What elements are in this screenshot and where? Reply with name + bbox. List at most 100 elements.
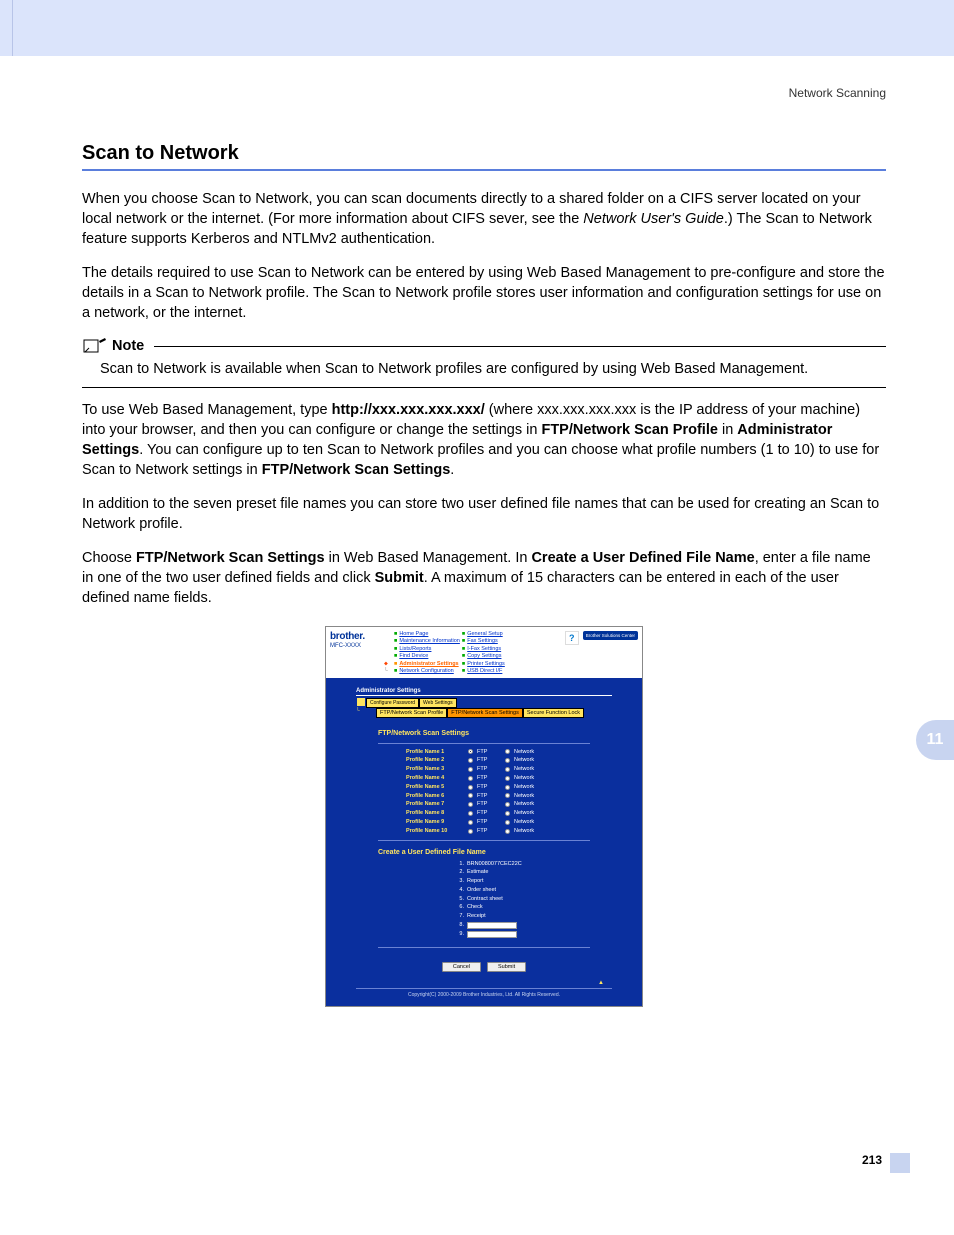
create-filename-heading: Create a User Defined File Name xyxy=(378,849,612,856)
ftp-network-settings-heading: FTP/Network Scan Settings xyxy=(378,730,612,737)
paragraph-5: Choose FTP/Network Scan Settings in Web … xyxy=(82,548,886,608)
profile-name-label: Profile Name 5 xyxy=(406,783,464,792)
network-radio[interactable] xyxy=(505,811,510,816)
user-filename-input[interactable] xyxy=(467,931,517,938)
user-filename-input[interactable] xyxy=(467,922,517,929)
ftp-radio[interactable] xyxy=(468,758,473,763)
filename-number: 8. xyxy=(456,921,464,930)
tab[interactable]: Configure Password xyxy=(366,698,419,708)
nav-link[interactable]: Copy Settings xyxy=(467,653,501,660)
paragraph-3: To use Web Based Management, type http:/… xyxy=(82,400,886,480)
network-radio[interactable] xyxy=(505,749,510,754)
note-block: Note Scan to Network is available when S… xyxy=(82,337,886,388)
paragraph-4: In addition to the seven preset file nam… xyxy=(82,494,886,534)
nav-link[interactable]: Maintenance Information xyxy=(399,638,460,645)
ftp-radio[interactable] xyxy=(468,802,473,807)
tab[interactable]: Web Settings xyxy=(419,698,457,708)
bullet-icon: ■ xyxy=(462,661,465,668)
bullet-icon: ■ xyxy=(394,638,397,645)
sub-tab[interactable]: Secure Function Lock xyxy=(523,708,584,718)
profile-name-label: Profile Name 10 xyxy=(406,827,464,836)
network-radio-label: Network xyxy=(514,818,534,827)
network-radio-label: Network xyxy=(514,792,534,801)
ftp-radio-label: FTP xyxy=(477,800,501,809)
preset-filename: Report xyxy=(467,877,484,886)
profile-name-label: Profile Name 2 xyxy=(406,756,464,765)
network-radio[interactable] xyxy=(505,829,510,834)
filename-number: 7. xyxy=(456,912,464,921)
filename-number: 4. xyxy=(456,886,464,895)
preset-filename: BRN0080077CEC22C xyxy=(467,860,522,869)
scroll-top-icon[interactable]: ▲ xyxy=(356,980,604,986)
note-line xyxy=(154,346,886,347)
ftp-radio-label: FTP xyxy=(477,809,501,818)
bullet-icon: ■ xyxy=(394,661,397,668)
nav-link[interactable]: Administrator Settings xyxy=(399,661,458,668)
network-radio[interactable] xyxy=(505,776,510,781)
bullet-icon: ■ xyxy=(394,668,397,675)
ftp-radio[interactable] xyxy=(468,776,473,781)
bullet-icon: ■ xyxy=(462,638,465,645)
network-radio[interactable] xyxy=(505,785,510,790)
network-radio[interactable] xyxy=(505,767,510,772)
bullet-icon: ■ xyxy=(394,646,397,653)
left-edge xyxy=(12,0,13,56)
preset-filename: Receipt xyxy=(467,912,486,921)
bullet-icon: ■ xyxy=(462,653,465,660)
chapter-tab: 11 xyxy=(916,720,954,760)
ftp-radio[interactable] xyxy=(468,811,473,816)
active-marker-icon: ⬥ xyxy=(384,661,392,668)
network-radio-label: Network xyxy=(514,800,534,809)
ftp-radio[interactable] xyxy=(468,793,473,798)
nav-link[interactable]: Find Device xyxy=(399,653,428,660)
ftp-radio[interactable] xyxy=(468,785,473,790)
sub-tab[interactable]: FTP/Network Scan Settings xyxy=(447,708,523,718)
bullet-icon: ■ xyxy=(462,668,465,675)
nav-link[interactable]: Lists/Reports xyxy=(399,646,431,653)
solutions-center-button[interactable]: Brother Solutions Center xyxy=(583,631,638,640)
submit-button[interactable]: Submit xyxy=(487,962,526,972)
ftp-radio[interactable] xyxy=(468,829,473,834)
nav-link[interactable]: I-Fax Settings xyxy=(467,646,501,653)
paragraph-1: When you choose Scan to Network, you can… xyxy=(82,189,886,249)
network-radio[interactable] xyxy=(505,820,510,825)
preset-filename: Order sheet xyxy=(467,886,496,895)
ss-header: brother. MFC-XXXX ■Home Page■Maintenance… xyxy=(326,627,642,678)
page-number-accent xyxy=(890,1153,910,1173)
nav-link[interactable]: Network Configuration xyxy=(399,668,453,675)
ftp-radio-label: FTP xyxy=(477,818,501,827)
filename-number: 6. xyxy=(456,903,464,912)
network-radio[interactable] xyxy=(505,758,510,763)
bullet-icon: ■ xyxy=(394,631,397,638)
bullet-icon: ■ xyxy=(394,653,397,660)
sub-tab[interactable]: FTP/Network Scan Profile xyxy=(376,708,447,718)
admin-settings-heading: Administrator Settings xyxy=(356,688,612,696)
nav-link[interactable]: Fax Settings xyxy=(467,638,498,645)
ftp-radio-label: FTP xyxy=(477,792,501,801)
network-radio-label: Network xyxy=(514,827,534,836)
ftp-radio[interactable] xyxy=(468,749,473,754)
filename-number: 2. xyxy=(456,868,464,877)
ftp-radio[interactable] xyxy=(468,820,473,825)
nav-link[interactable]: Home Page xyxy=(399,631,428,638)
nav-link[interactable]: Printer Settings xyxy=(467,661,505,668)
nav-link[interactable]: General Setup xyxy=(467,631,502,638)
ftp-radio-label: FTP xyxy=(477,774,501,783)
profile-name-label: Profile Name 9 xyxy=(406,818,464,827)
help-icon[interactable]: ? xyxy=(565,631,579,645)
web-management-screenshot: brother. MFC-XXXX ■Home Page■Maintenance… xyxy=(325,626,643,1007)
network-radio[interactable] xyxy=(505,802,510,807)
nav-link[interactable]: USB Direct I/F xyxy=(467,668,502,675)
profile-name-label: Profile Name 1 xyxy=(406,748,464,757)
cancel-button[interactable]: Cancel xyxy=(442,962,481,972)
ftp-radio-label: FTP xyxy=(477,827,501,836)
ftp-radio-label: FTP xyxy=(477,756,501,765)
title-rule xyxy=(82,169,886,171)
network-radio[interactable] xyxy=(505,793,510,798)
preset-filename: Estimate xyxy=(467,868,488,877)
preset-filename: Contract sheet xyxy=(467,895,503,904)
network-radio-label: Network xyxy=(514,765,534,774)
profile-name-label: Profile Name 4 xyxy=(406,774,464,783)
note-body: Scan to Network is available when Scan t… xyxy=(82,355,886,387)
ftp-radio[interactable] xyxy=(468,767,473,772)
